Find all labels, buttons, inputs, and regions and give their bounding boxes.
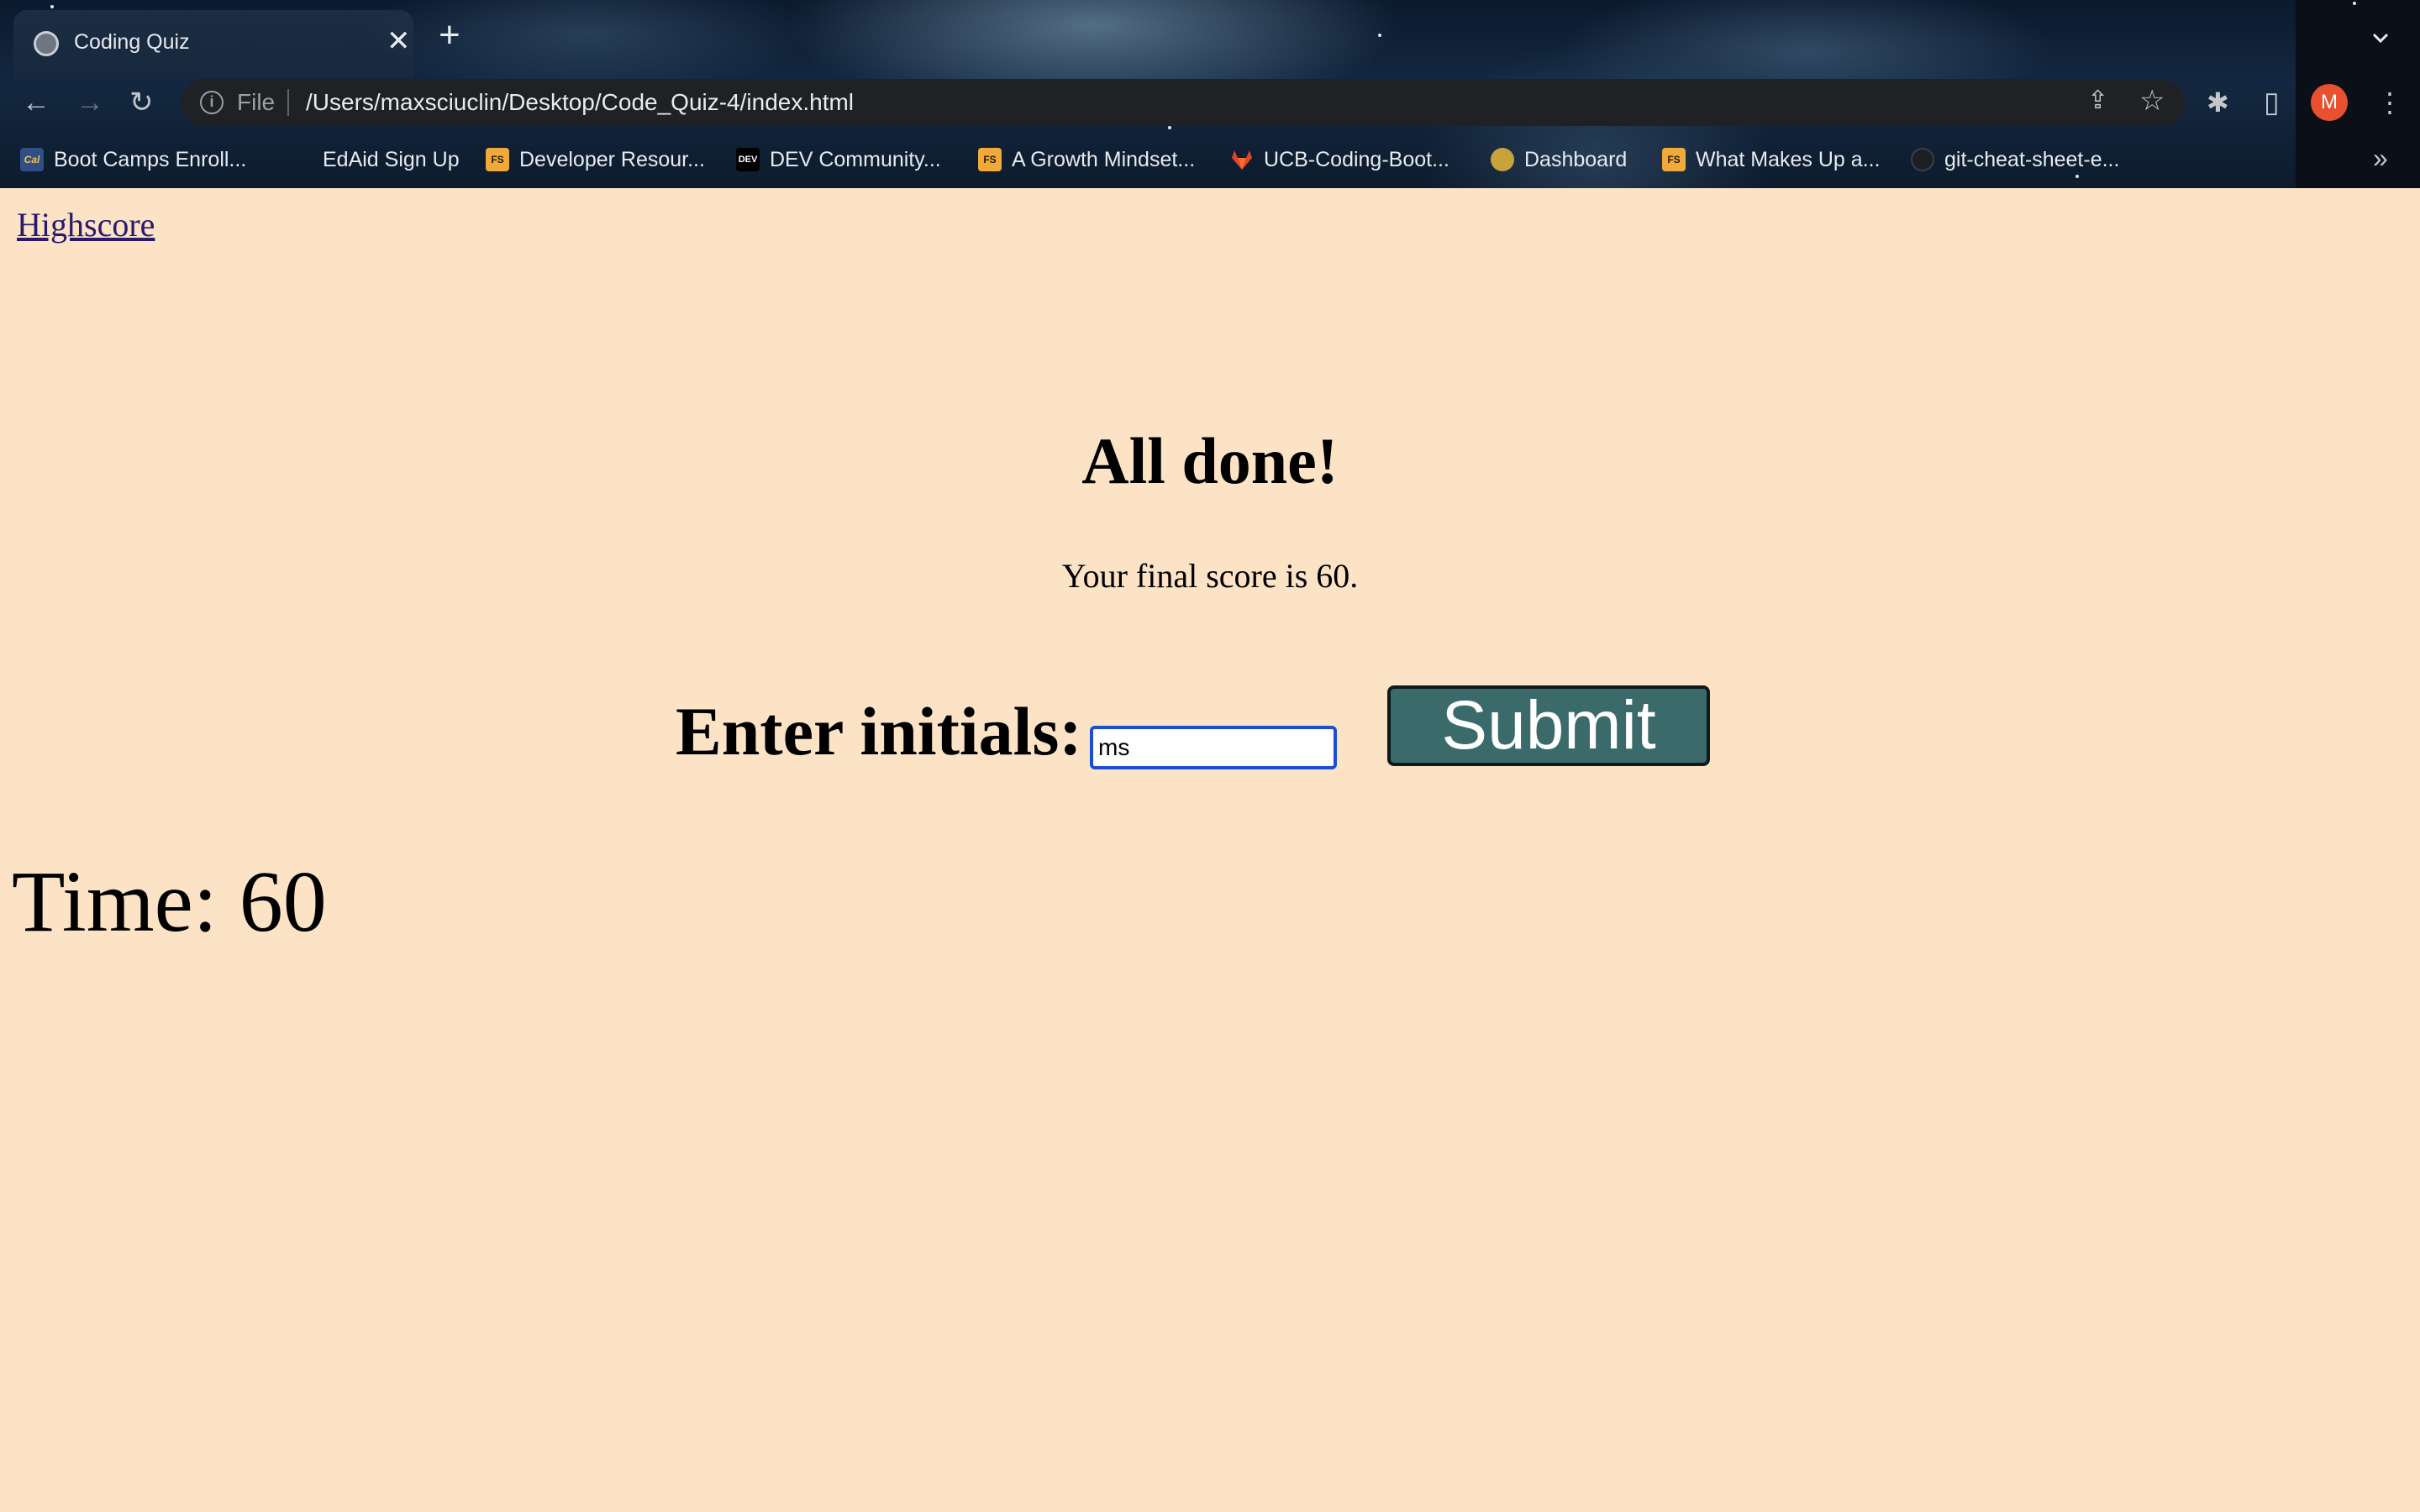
background-star bbox=[1378, 34, 1381, 37]
fs-icon: FS bbox=[486, 148, 509, 171]
background-star bbox=[2075, 175, 2079, 178]
bookmark-label: Developer Resour... bbox=[519, 147, 705, 171]
browser-chrome: Coding Quiz ✕ + ← → ↻ i File /Users/maxs… bbox=[0, 0, 2420, 188]
initials-input[interactable] bbox=[1090, 726, 1337, 769]
page-content: Highscore All done! Your final score is … bbox=[0, 188, 2420, 1512]
tab-coding-quiz[interactable]: Coding Quiz ✕ bbox=[13, 10, 413, 79]
bookmark-growth-mindset[interactable]: FS A Growth Mindset... bbox=[978, 146, 1195, 173]
bookmark-what-makes-up[interactable]: FS What Makes Up a... bbox=[1662, 146, 1881, 173]
tab-search-chevron-icon[interactable] bbox=[2371, 29, 2390, 47]
bookmark-developer-resources[interactable]: FS Developer Resour... bbox=[486, 146, 705, 173]
close-tab-icon[interactable]: ✕ bbox=[387, 27, 411, 55]
background-star bbox=[2353, 2, 2356, 5]
bookmarks-overflow-icon[interactable]: » bbox=[2373, 143, 2388, 174]
timer-display: Time: 60 bbox=[12, 853, 327, 950]
bookmark-star-icon[interactable]: ☆ bbox=[2139, 84, 2165, 118]
gitlab-icon bbox=[1232, 150, 1252, 170]
bookmark-label: EdAid Sign Up bbox=[323, 147, 460, 171]
new-tab-button[interactable]: + bbox=[439, 17, 460, 54]
extensions-icon[interactable]: ✱ bbox=[2207, 87, 2229, 118]
bookmark-label: What Makes Up a... bbox=[1696, 147, 1881, 171]
url-scheme-label: File bbox=[237, 89, 276, 115]
bookmark-dashboard[interactable]: Dashboard bbox=[1491, 146, 1627, 173]
profile-avatar[interactable]: M bbox=[2311, 84, 2348, 121]
page-title: All done! bbox=[1081, 424, 1339, 497]
bookmark-boot-camps[interactable]: Cal Boot Camps Enroll... bbox=[20, 146, 246, 173]
address-bar[interactable]: i File /Users/maxsciuclin/Desktop/Code_Q… bbox=[182, 79, 2185, 126]
dashboard-icon bbox=[1491, 148, 1514, 171]
forward-button[interactable]: → bbox=[76, 86, 104, 119]
url-text[interactable]: /Users/maxsciuclin/Desktop/Code_Quiz-4/i… bbox=[306, 89, 854, 116]
background-star bbox=[1168, 126, 1171, 129]
url-separator bbox=[287, 89, 289, 116]
bookmark-label: UCB-Coding-Boot... bbox=[1264, 147, 1449, 171]
cal-icon: Cal bbox=[20, 148, 44, 171]
bookmark-dev-community[interactable]: DEV DEV Community... bbox=[736, 146, 941, 173]
bookmark-label: A Growth Mindset... bbox=[1012, 147, 1196, 171]
bookmark-label: DEV Community... bbox=[770, 147, 941, 171]
side-panel-icon[interactable]: ▯ bbox=[2264, 87, 2280, 118]
browser-menu-icon[interactable]: ⋮ bbox=[2376, 87, 2403, 118]
fs-icon: FS bbox=[1662, 148, 1686, 171]
back-button[interactable]: ← bbox=[22, 86, 50, 119]
dev-icon: DEV bbox=[736, 148, 760, 171]
bookmark-edaid[interactable]: EdAid Sign Up bbox=[323, 146, 460, 173]
bookmark-label: Dashboard bbox=[1524, 147, 1628, 171]
site-info-icon[interactable]: i bbox=[200, 91, 224, 114]
bookmark-ucb-coding-boot[interactable]: UCB-Coding-Boot... bbox=[1230, 146, 1449, 173]
bookmark-label: Boot Camps Enroll... bbox=[54, 147, 247, 171]
initials-label: Enter initials: bbox=[676, 693, 1082, 769]
globe-icon bbox=[34, 31, 59, 56]
github-icon bbox=[1911, 148, 1934, 171]
tab-title: Coding Quiz bbox=[74, 30, 190, 54]
background-star bbox=[50, 5, 54, 8]
final-score-text: Your final score is 60. bbox=[1061, 557, 1359, 595]
bookmark-label: git-cheat-sheet-e... bbox=[1944, 147, 2120, 171]
share-icon[interactable]: ⇪ bbox=[2087, 86, 2108, 115]
fs-icon: FS bbox=[978, 148, 1002, 171]
submit-button[interactable]: Submit bbox=[1387, 685, 1710, 766]
reload-button[interactable]: ↻ bbox=[129, 86, 154, 119]
highscore-link[interactable]: Highscore bbox=[17, 205, 155, 244]
bookmark-git-cheat-sheet[interactable]: git-cheat-sheet-e... bbox=[1911, 146, 2119, 173]
